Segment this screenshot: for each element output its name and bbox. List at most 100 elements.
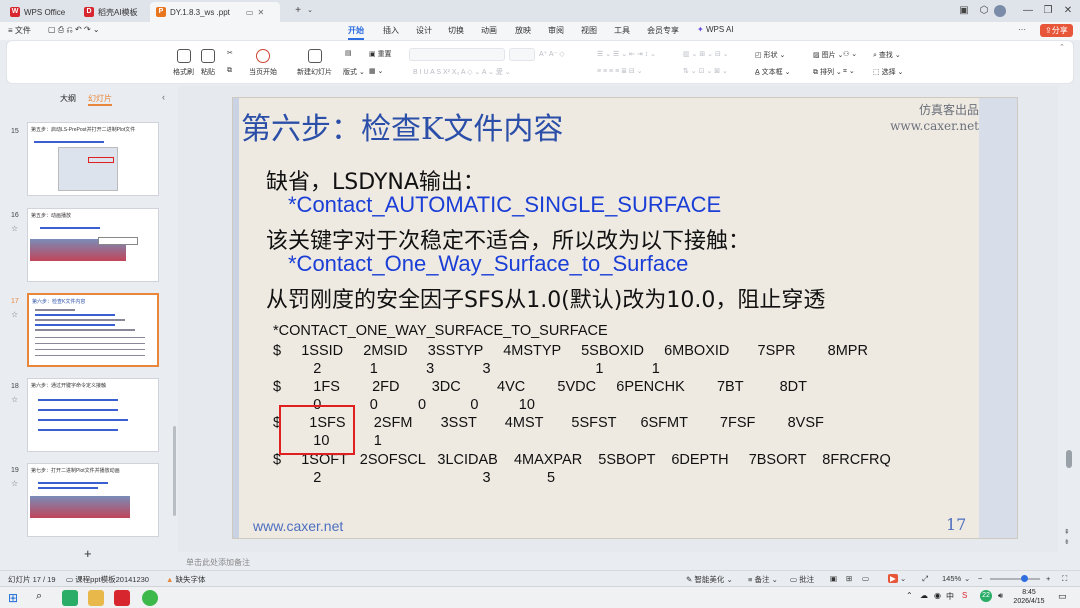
scrollbar-thumb[interactable]	[1066, 450, 1072, 468]
avatar[interactable]	[994, 5, 1006, 17]
file-explorer-icon[interactable]	[88, 590, 104, 606]
fit-slide-icon[interactable]: ⛶	[1062, 574, 1067, 584]
menu-item-design[interactable]: 设计	[416, 25, 432, 36]
format-painter-button[interactable]: 格式刷	[173, 49, 194, 77]
menu-item-tools[interactable]: 工具	[614, 25, 630, 36]
list-icons[interactable]: ☰ ⌄ ☰ ⌄ ⇤ ⇥ ↕ ⌄	[597, 50, 656, 58]
keyword-one-way-surface[interactable]: *Contact_One_Way_Surface_to_Surface	[288, 251, 688, 277]
star-icon[interactable]: ☆	[11, 310, 18, 319]
play-current-button[interactable]: 当页开始	[249, 49, 277, 77]
sorter-view-icon[interactable]: ⊞	[846, 574, 852, 583]
text-format-icons[interactable]: B I U A S X² X₂ A ◇ ⌄ A ⌄ 愛 ⌄	[413, 67, 511, 77]
shape-button[interactable]: ◰ 形状 ⌄	[755, 50, 785, 60]
fit-window-icon[interactable]: ⤢	[922, 574, 928, 584]
section-button[interactable]: ▦ ⌄	[369, 67, 383, 75]
align-icons[interactable]: ≡ ≡ ≡ ≡ ≣ ⊟ ⌄	[597, 67, 643, 75]
play-options-chevron-icon[interactable]: ⌄	[900, 574, 906, 583]
slide-title[interactable]: 第六步：检查K文件内容	[241, 104, 563, 148]
layout-button[interactable]: ▤	[345, 49, 352, 57]
copy-icon[interactable]: ⧉	[227, 67, 232, 75]
notification-center-icon[interactable]: ▭	[1058, 591, 1067, 602]
notes-toggle[interactable]: ≡ 备注 ⌄	[748, 574, 778, 585]
share-button[interactable]: ⇪分享	[1040, 24, 1073, 37]
input-method-lang[interactable]: 中	[946, 591, 954, 602]
new-slide-button[interactable]: 新建幻灯片	[297, 49, 332, 77]
direction-icons[interactable]: ⇅ ⌄ ⊡ ⌄ ⊠ ⌄	[683, 67, 728, 75]
search-icon[interactable]: ⌕	[36, 590, 42, 603]
comment-toggle[interactable]: ▭ 批注	[790, 574, 814, 585]
font-size-adjust-icons[interactable]: A⁺ A⁻ ◇	[539, 50, 565, 58]
image-button[interactable]: ▨ 图片 ⌄	[813, 50, 843, 60]
layout-icon[interactable]: ▣	[956, 3, 972, 19]
slide-thumbnail-18[interactable]: 第六步：通过开键字命令定义接触	[27, 378, 159, 452]
tray-chevron-icon[interactable]: ⌃	[906, 591, 913, 600]
wps-taskbar-icon[interactable]	[114, 590, 130, 606]
zoom-in-icon[interactable]: +	[1046, 574, 1050, 583]
current-slide[interactable]: 第六步：检查K文件内容 仿真客出品 www.caxer.net 缺省，LSDYN…	[232, 97, 1018, 539]
menu-item-transition[interactable]: 切换	[448, 25, 464, 36]
speaker-icon[interactable]: 🔊︎	[998, 591, 1003, 601]
scroll-down-page-icon[interactable]: ⇟	[1064, 538, 1070, 546]
paste-button[interactable]: 粘贴	[201, 49, 215, 77]
zoom-slider[interactable]	[990, 575, 1040, 582]
notes-area[interactable]: 单击此处添加备注	[178, 554, 1080, 570]
smart-beautify-button[interactable]: ✎ 智能美化 ⌄	[686, 574, 733, 585]
outline-tab[interactable]: 大纲	[60, 93, 76, 106]
slide-thumbnail-17-selected[interactable]: 第六步：检查K文件内容	[27, 293, 159, 367]
menu-item-home[interactable]: 开始	[348, 25, 364, 40]
restore-icon[interactable]: ❐	[1040, 3, 1056, 19]
menu-item-member[interactable]: 会员专享	[647, 25, 679, 36]
play-slideshow-icon[interactable]: ▶	[888, 574, 898, 583]
slide-thumbnail-15[interactable]: 第五步：启动LS-PrePost并打开二进制Plot文件	[27, 122, 159, 196]
slide-thumbnail-16[interactable]: 第五步：动画播放	[27, 208, 159, 282]
reading-view-icon[interactable]: ▭	[862, 574, 869, 583]
slide-thumbnail-19[interactable]: 第七步：打开二进制Plot文件并播放动画	[27, 463, 159, 537]
more-icon[interactable]: ⋯	[1018, 25, 1026, 34]
missing-font-button[interactable]: ▲ 缺失字体	[166, 574, 206, 585]
notification-badge[interactable]: 22	[980, 590, 992, 602]
reset-button[interactable]: ▣ 重置	[369, 49, 392, 59]
wps-ai-button[interactable]: ✦ WPS AI	[697, 25, 734, 34]
star-icon[interactable]: ☆	[11, 479, 18, 488]
font-family-select[interactable]	[409, 48, 505, 61]
menu-item-review[interactable]: 审阅	[548, 25, 564, 36]
browser-icon[interactable]	[142, 590, 158, 606]
menu-item-view[interactable]: 视图	[581, 25, 597, 36]
clock[interactable]: 8:45 2026/4/15	[1012, 588, 1046, 606]
skin-icon[interactable]: ⬡	[976, 3, 992, 19]
collapse-panel-icon[interactable]: ‹	[162, 92, 165, 102]
textbox-button[interactable]: A̲ 文本框 ⌄	[755, 67, 790, 77]
column-icons[interactable]: ▥ ⌄ ⊞ ⌄ ⊟ ⌄	[683, 50, 729, 58]
zoom-chevron-icon[interactable]: ⌄	[964, 574, 970, 583]
tab-wps-office[interactable]: W WPS Office	[4, 2, 71, 22]
cut-icon[interactable]: ✂	[227, 49, 233, 57]
zoom-slider-thumb[interactable]	[1021, 575, 1028, 582]
tab-window-icon[interactable]: ▭	[246, 8, 254, 17]
normal-view-icon[interactable]: ▣	[830, 574, 837, 583]
tab-list-chevron-icon[interactable]: ⌄	[302, 3, 318, 19]
collapse-ribbon-icon[interactable]: ⌃	[1059, 43, 1065, 51]
text-sfs-change[interactable]: 从罚刚度的安全因子SFS从1.0(默认)改为10.0，阻止穿透	[266, 282, 825, 314]
fill-button[interactable]: ⚇ ⌄	[843, 50, 857, 58]
close-window-icon[interactable]: ✕	[1060, 3, 1076, 19]
layout-dropdown[interactable]: 版式 ⌄	[343, 67, 365, 77]
arrange-button[interactable]: ⧉ 排列 ⌄	[813, 67, 842, 77]
star-icon[interactable]: ☆	[11, 224, 18, 233]
tab-docer-template[interactable]: D 稻壳AI模板	[78, 2, 144, 22]
tab-document[interactable]: P DY.1.8.3_ws .ppt ▭ ✕	[150, 2, 280, 22]
template-name[interactable]: ▭ 课程ppt模板20141230	[66, 574, 149, 585]
keyword-automatic-single-surface[interactable]: *Contact_AUTOMATIC_SINGLE_SURFACE	[288, 192, 721, 218]
tray-app-icon[interactable]: S	[962, 591, 967, 600]
font-size-select[interactable]	[509, 48, 535, 61]
zoom-level[interactable]: 145%	[942, 574, 961, 583]
add-slide-button[interactable]: +	[84, 546, 92, 561]
star-icon[interactable]: ☆	[11, 395, 18, 404]
minimize-icon[interactable]: —	[1020, 3, 1036, 19]
quick-access-icons[interactable]: ▢ ⎙ ⎌ ↶ ↷ ⌄	[48, 25, 100, 35]
slides-tab[interactable]: 幻灯片	[88, 93, 112, 106]
volume-icon[interactable]: ◉	[934, 591, 941, 600]
outline-button[interactable]: ⌗ ⌄	[843, 67, 855, 76]
zoom-out-icon[interactable]: −	[978, 574, 982, 583]
network-icon[interactable]: ☁	[920, 591, 928, 600]
menu-item-insert[interactable]: 插入	[383, 25, 399, 36]
